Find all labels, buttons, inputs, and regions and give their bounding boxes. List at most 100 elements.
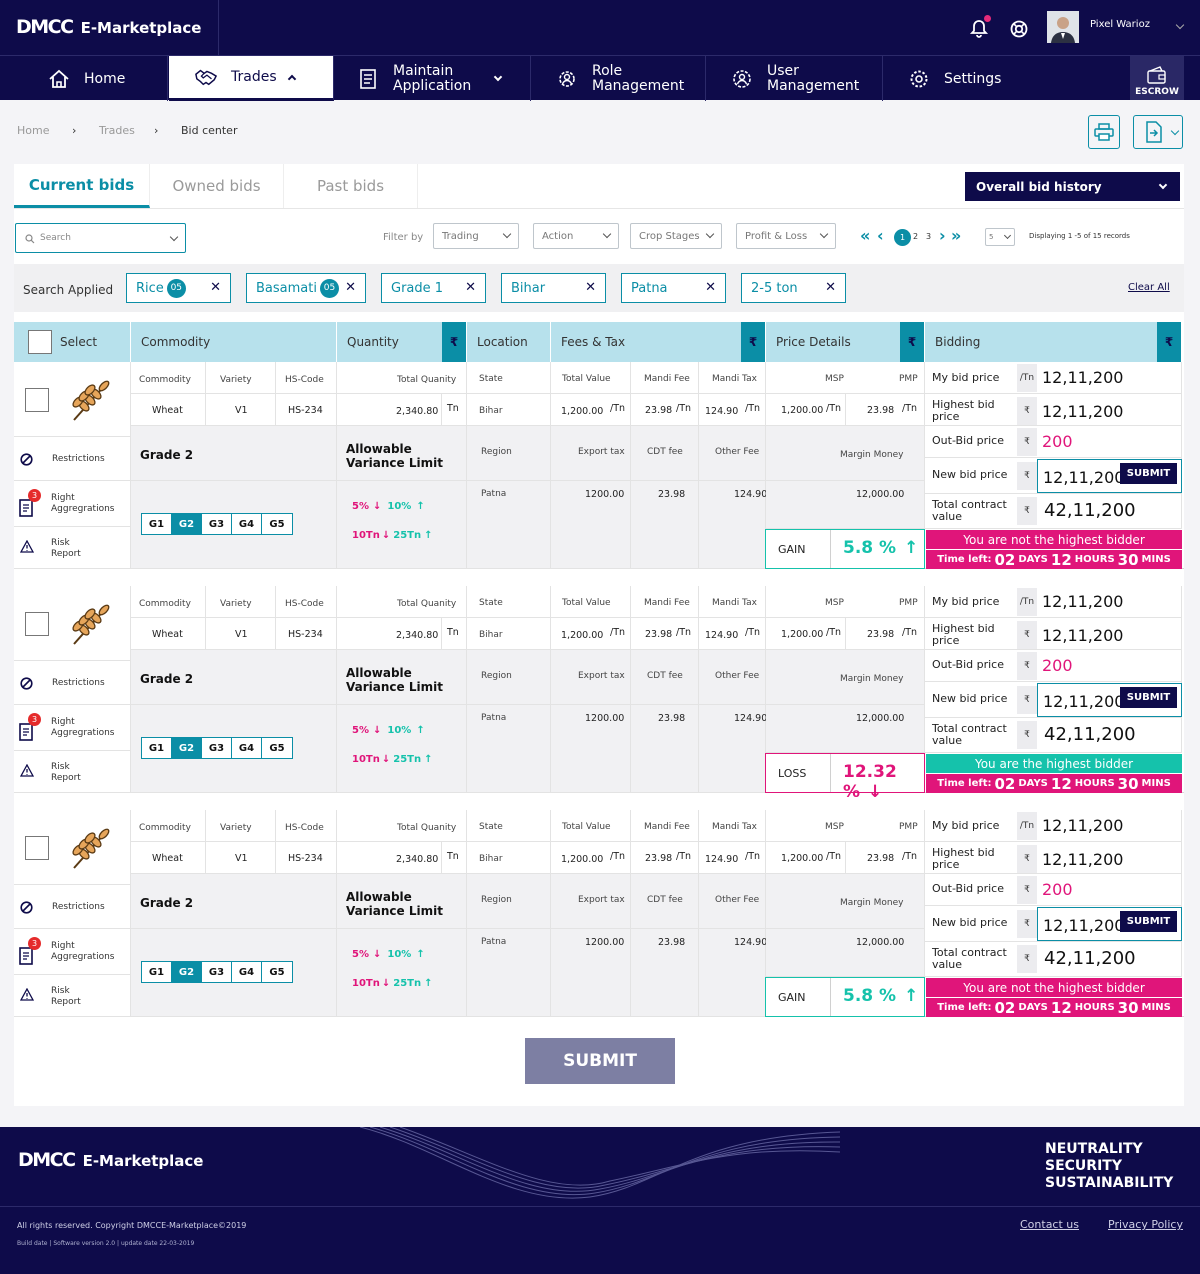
- close-icon[interactable]: ✕: [825, 280, 836, 295]
- row-checkbox[interactable]: [25, 612, 49, 636]
- nav-settings[interactable]: Settings: [884, 56, 1129, 101]
- breadcrumb-home[interactable]: Home: [17, 124, 49, 137]
- grade-value: Grade 2: [140, 896, 194, 910]
- total-quantity-label: Total Quanity: [397, 375, 457, 385]
- region-label: Region: [481, 895, 512, 905]
- profit-loss-box: LOSS 12.32 % ↓: [765, 753, 925, 802]
- grade-selector[interactable]: G1 G2 G3 G4 G5: [141, 961, 293, 983]
- row-submit-button[interactable]: SUBMIT: [1120, 463, 1177, 484]
- grade-option[interactable]: G4: [232, 962, 262, 982]
- tab-current-bids[interactable]: Current bids: [14, 164, 150, 208]
- nav-home[interactable]: Home: [0, 56, 168, 101]
- close-icon[interactable]: ✕: [465, 280, 476, 295]
- rupee-sort-icon[interactable]: ₹: [900, 322, 924, 362]
- grade-option-selected[interactable]: G2: [172, 514, 202, 534]
- grade-option-selected[interactable]: G2: [172, 738, 202, 758]
- rupee-sort-icon[interactable]: ₹: [741, 322, 765, 362]
- last-page-icon[interactable]: »: [951, 226, 961, 245]
- breadcrumb-trades[interactable]: Trades: [99, 124, 135, 137]
- bell-icon[interactable]: [969, 15, 991, 40]
- commodity-value: Wheat: [152, 629, 183, 640]
- crop-stages-filter[interactable]: Crop Stages: [630, 223, 722, 249]
- table-row: Restrictions 3 Right Aggregrations Risk …: [14, 810, 1184, 1017]
- cdt-fee-label: CDT fee: [647, 447, 683, 457]
- print-button[interactable]: [1088, 115, 1120, 149]
- total-quantity-label: Total Quanity: [397, 599, 457, 609]
- grade-option[interactable]: G3: [202, 738, 232, 758]
- grade-option[interactable]: G4: [232, 514, 262, 534]
- tab-owned-bids[interactable]: Owned bids: [150, 164, 284, 208]
- user-name[interactable]: Pixel Warioz: [1090, 19, 1150, 30]
- user-menu-chevron-icon[interactable]: [1175, 20, 1185, 30]
- footer-wave-decoration: [360, 1127, 840, 1199]
- variance-cell: [337, 705, 467, 793]
- logo[interactable]: DMCC E-Marketplace: [16, 16, 201, 38]
- quantity-unit: Tn: [447, 403, 459, 414]
- close-icon[interactable]: ✕: [210, 280, 221, 295]
- restrictions-label: Restrictions: [52, 454, 105, 464]
- grade-option[interactable]: G3: [202, 962, 232, 982]
- prev-page-icon[interactable]: ‹: [877, 226, 884, 245]
- profit-loss-filter[interactable]: Profit & Loss: [736, 223, 836, 249]
- close-icon[interactable]: ✕: [585, 280, 596, 295]
- settings-gear-icon: [908, 68, 930, 90]
- total-contract-label-2: value: [932, 510, 963, 523]
- nav-trades[interactable]: Trades: [169, 56, 334, 101]
- tab-past-bids[interactable]: Past bids: [284, 164, 418, 208]
- clear-all-link[interactable]: Clear All: [1128, 282, 1170, 293]
- grade-option[interactable]: G4: [232, 738, 262, 758]
- nav-maintain-application[interactable]: Maintain Application: [335, 56, 531, 101]
- page-2[interactable]: 2: [913, 232, 918, 241]
- nav-maintain-label-2: Application: [393, 77, 472, 94]
- logo-mark: DMCC: [16, 16, 74, 38]
- support-icon[interactable]: [1010, 20, 1028, 38]
- nav-user-management[interactable]: User Management: [707, 56, 883, 101]
- trading-filter[interactable]: Trading: [433, 223, 519, 249]
- mins-value: 30: [1117, 998, 1139, 1017]
- privacy-policy-link[interactable]: Privacy Policy: [1108, 1218, 1183, 1231]
- submit-button[interactable]: SUBMIT: [525, 1038, 675, 1084]
- export-tax-label: Export tax: [578, 447, 625, 457]
- variance-row-1: 5% ↓ 10% ↑: [352, 725, 425, 736]
- grade-option[interactable]: G1: [142, 738, 172, 758]
- mandi-fee-label: Mandi Fee: [644, 598, 690, 608]
- pmp-label: PMP: [899, 822, 918, 832]
- page-1[interactable]: 1: [894, 229, 911, 246]
- total-contract-value: 42,11,200: [1044, 500, 1136, 521]
- breadcrumb-current: Bid center: [181, 124, 238, 137]
- row-checkbox[interactable]: [25, 388, 49, 412]
- grade-option[interactable]: G5: [262, 514, 292, 534]
- overall-bid-history-select[interactable]: Overall bid history: [965, 172, 1180, 201]
- rupee-sort-icon[interactable]: ₹: [1157, 322, 1181, 362]
- first-page-icon[interactable]: «: [860, 226, 870, 245]
- arrow-up-icon: ↑: [424, 754, 433, 765]
- header-select-label: Select: [60, 335, 98, 349]
- per-page-select[interactable]: 5: [985, 228, 1015, 246]
- next-page-icon[interactable]: ›: [939, 226, 946, 245]
- action-filter[interactable]: Action: [533, 223, 619, 249]
- rupee-sort-icon[interactable]: ₹: [442, 322, 466, 362]
- avatar[interactable]: [1047, 11, 1079, 43]
- select-all-checkbox[interactable]: [28, 330, 52, 354]
- grade-option[interactable]: G1: [142, 962, 172, 982]
- nav-role-management[interactable]: Role Management: [532, 56, 706, 101]
- page-3[interactable]: 3: [926, 232, 931, 241]
- close-icon[interactable]: ✕: [705, 280, 716, 295]
- grade-option[interactable]: G3: [202, 514, 232, 534]
- row-submit-button[interactable]: SUBMIT: [1120, 911, 1177, 932]
- export-button[interactable]: [1133, 115, 1183, 149]
- footer-logo[interactable]: DMCC E-Marketplace: [18, 1149, 203, 1171]
- grade-selector[interactable]: G1 G2 G3 G4 G5: [141, 737, 293, 759]
- grade-option[interactable]: G1: [142, 514, 172, 534]
- row-submit-button[interactable]: SUBMIT: [1120, 687, 1177, 708]
- grade-option-selected[interactable]: G2: [172, 962, 202, 982]
- close-icon[interactable]: ✕: [345, 280, 356, 295]
- row-checkbox[interactable]: [25, 836, 49, 860]
- contact-us-link[interactable]: Contact us: [1020, 1218, 1079, 1231]
- search-input[interactable]: Search: [15, 223, 186, 253]
- escrow-button[interactable]: ESCROW: [1130, 56, 1184, 100]
- per-tn-unit: /Tn: [902, 851, 918, 862]
- grade-option[interactable]: G5: [262, 962, 292, 982]
- grade-selector[interactable]: G1 G2 G3 G4 G5: [141, 513, 293, 535]
- grade-option[interactable]: G5: [262, 738, 292, 758]
